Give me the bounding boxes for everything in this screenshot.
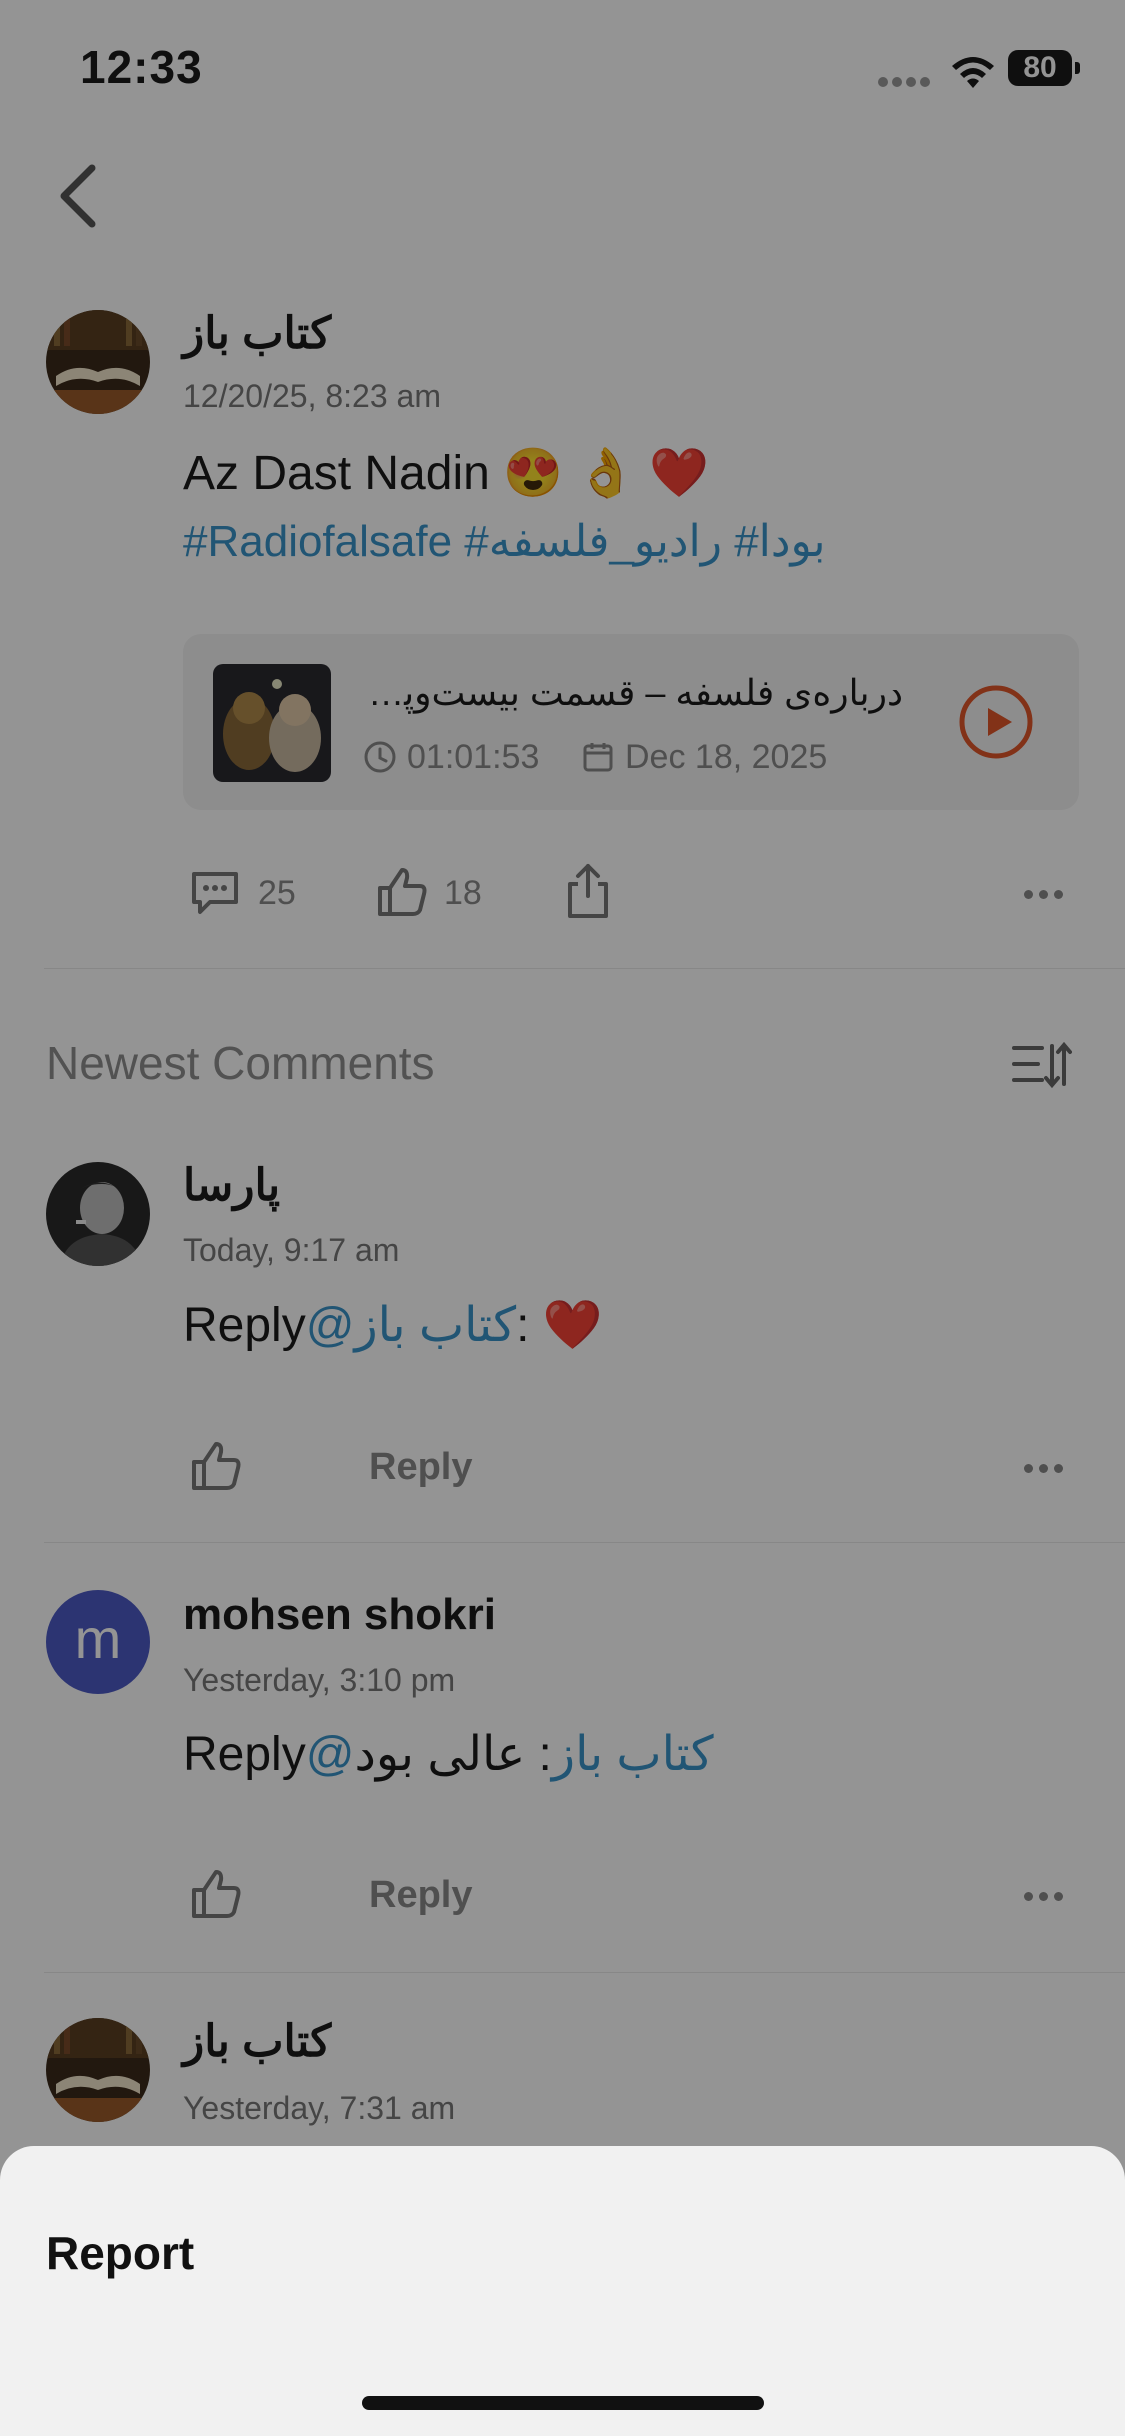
modal-backdrop[interactable] [0, 0, 1125, 2436]
action-sheet: Report [0, 2146, 1125, 2436]
home-indicator[interactable] [362, 2396, 764, 2410]
report-button[interactable]: Report [46, 2226, 194, 2280]
